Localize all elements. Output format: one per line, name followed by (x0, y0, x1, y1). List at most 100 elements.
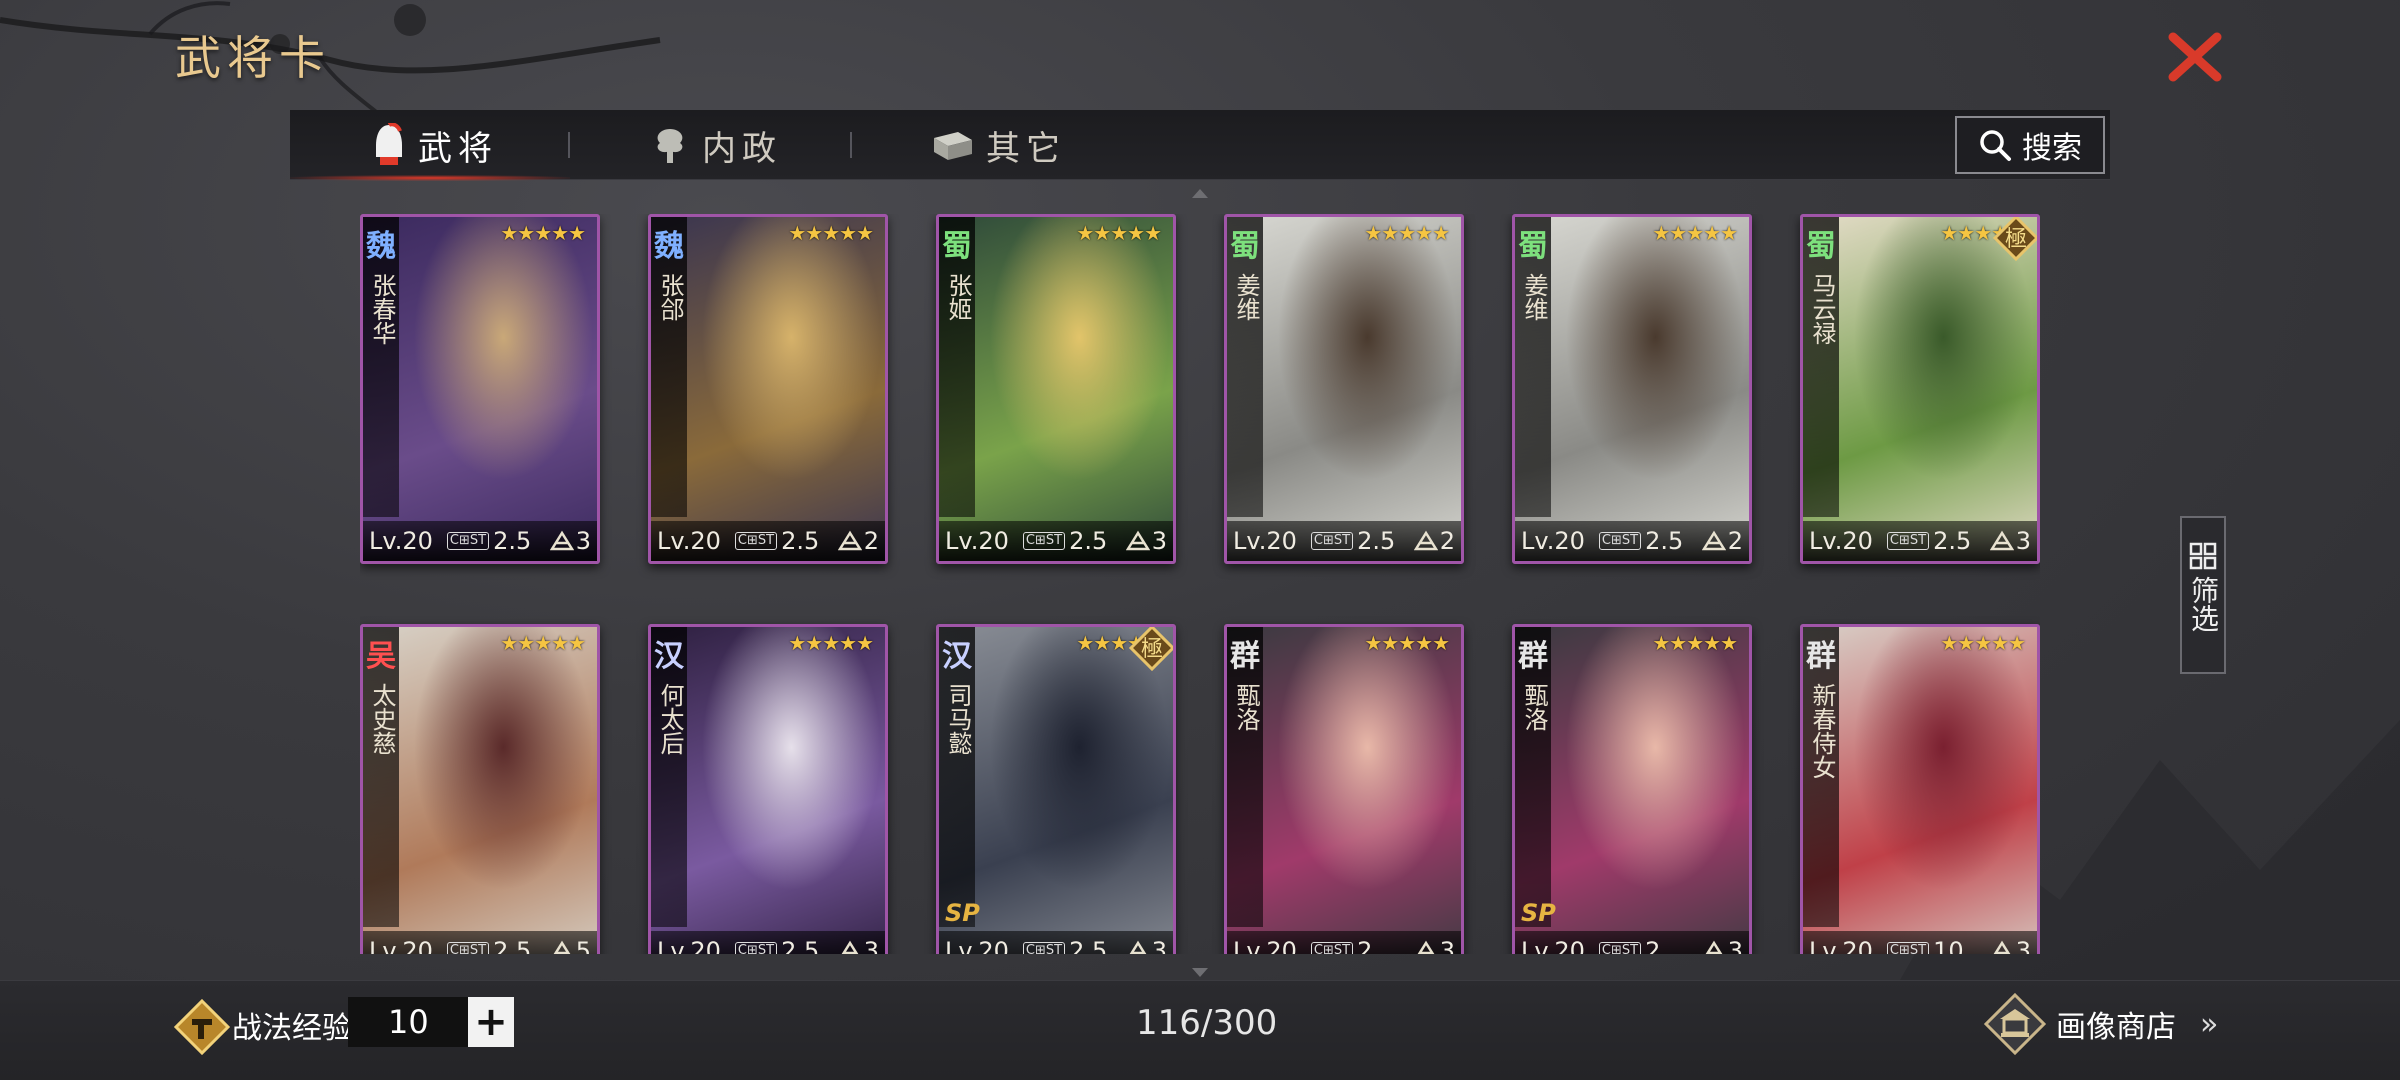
level-label: Lv.20 (1233, 937, 1297, 954)
star-rating: ★★★★★ (1364, 221, 1450, 245)
general-card[interactable]: 汉 司马懿 ★★★★★ SP 極 Lv.20 C⊞ST 2.5 3 (936, 624, 1176, 954)
troop-type: 2 (1701, 527, 1743, 555)
troop-type: 3 (1125, 527, 1167, 555)
portrait-shop-label: 画像商店 (2056, 1010, 2176, 1045)
star-rating: ★★★★★ (1076, 221, 1162, 245)
troop-type-icon (1129, 940, 1147, 954)
troop-type-icon (841, 940, 859, 954)
rank-badge-icon: 極 (1129, 627, 1173, 671)
faction-label: 汉 (654, 639, 684, 674)
general-card[interactable]: 群 新春侍女 ★★★★★ Lv.20 C⊞ST 10 3 (1800, 624, 2040, 954)
faction-label: 吴 (366, 639, 396, 674)
close-button[interactable] (2160, 22, 2230, 92)
general-card[interactable]: 群 甄洛 ★★★★★ SP Lv.20 C⊞ST 2 3 (1512, 624, 1752, 954)
general-name: 张姬 (944, 273, 972, 321)
troop-type-icon (1701, 530, 1726, 551)
filter-button[interactable]: 筛选 (2180, 516, 2226, 674)
card-footer: Lv.20 C⊞ST 2.5 2 (1515, 521, 1749, 561)
general-card[interactable]: 吴 太史慈 ★★★★★ Lv.20 C⊞ST 2.5 5 (360, 624, 600, 954)
rank-badge-label: 極 (2005, 227, 2027, 252)
level-label: Lv.20 (369, 937, 433, 954)
search-button[interactable]: 搜索 (1955, 116, 2105, 174)
troop-count: 2 (863, 527, 879, 555)
tab-other[interactable]: 其它 (932, 110, 1066, 180)
troop-type-icon (549, 530, 574, 551)
troop-type-icon (1993, 940, 2011, 954)
general-card[interactable]: 群 甄洛 ★★★★★ Lv.20 C⊞ST 2 3 (1224, 624, 1464, 954)
general-name: 太史慈 (368, 683, 396, 755)
general-card[interactable]: 魏 张郃 ★★★★★ Lv.20 C⊞ST 2.5 2 (648, 214, 888, 564)
faction-label: 蜀 (1230, 229, 1260, 264)
general-card[interactable]: 蜀 马云禄 ★★★★★ 極 Lv.20 C⊞ST 2.5 3 (1800, 214, 2040, 564)
troop-type: 3 (1414, 937, 1455, 954)
helmet-icon (376, 123, 402, 165)
general-name: 甄洛 (1232, 683, 1260, 731)
troop-count: 3 (575, 527, 591, 555)
rank-badge-label: 極 (1141, 637, 1163, 662)
general-card[interactable]: 蜀 张姬 ★★★★★ Lv.20 C⊞ST 2.5 3 (936, 214, 1176, 564)
troop-type: 2 (837, 527, 879, 555)
add-exp-button[interactable]: + (468, 997, 514, 1047)
close-icon (2168, 32, 2222, 82)
sp-badge: SP (945, 899, 980, 927)
card-footer: Lv.20 C⊞ST 2.5 3 (363, 521, 597, 561)
general-card[interactable]: 蜀 姜维 ★★★★★ Lv.20 C⊞ST 2.5 2 (1512, 214, 1752, 564)
search-icon (1980, 130, 2011, 161)
troop-count: 2 (1439, 527, 1455, 555)
cost-value: 2.5 (781, 937, 820, 954)
tactic-exp-label: 战法经验 (232, 1011, 352, 1046)
page-title: 武将卡 (175, 31, 331, 85)
star-rating: ★★★★★ (500, 631, 586, 655)
tab-generals[interactable]: 武将 (372, 110, 498, 180)
general-card[interactable]: 蜀 姜维 ★★★★★ Lv.20 C⊞ST 2.5 2 (1224, 214, 1464, 564)
bottom-bar: 战法经验 10 + 116/300 画像商店 » (0, 980, 2400, 1080)
general-name: 马云禄 (1808, 273, 1836, 345)
tab-label: 其它 (986, 128, 1066, 169)
level-label: Lv.20 (1521, 527, 1585, 555)
cost-value: 2.5 (1933, 527, 1972, 555)
rank-badge-icon: 極 (1993, 217, 2037, 261)
cost-icon: C⊞ST (1598, 942, 1642, 954)
sp-badge: SP (1521, 899, 1556, 927)
faction-label: 魏 (366, 229, 396, 264)
tab-label: 内政 (702, 128, 782, 169)
troop-type: 3 (1126, 937, 1167, 954)
tab-label: 武将 (418, 128, 498, 169)
portrait-shop-button[interactable]: 画像商店 » (1984, 993, 2218, 1055)
tab-divider (850, 132, 852, 158)
general-name: 何太后 (656, 683, 684, 755)
cost-value: 2.5 (493, 937, 532, 954)
card-footer: Lv.20 C⊞ST 2.5 3 (1803, 521, 2037, 561)
cost-icon: C⊞ST (1310, 942, 1354, 954)
search-label: 搜索 (2022, 131, 2082, 166)
filter-label: 筛选 (2187, 576, 2220, 632)
level-label: Lv.20 (657, 937, 721, 954)
level-label: Lv.20 (1809, 937, 1873, 954)
tactic-exp-icon (174, 999, 230, 1055)
general-name: 司马懿 (944, 683, 972, 755)
cost-value: 2.5 (493, 527, 532, 555)
general-name: 新春侍女 (1808, 683, 1836, 779)
level-label: Lv.20 (945, 527, 1009, 555)
cost-value: 2 (1357, 937, 1373, 954)
troop-type: 3 (1702, 937, 1743, 954)
general-card-grid[interactable]: 魏 张春华 ★★★★★ Lv.20 C⊞ST 2.5 3 魏 张郃 ★★★★★ … (360, 214, 2040, 954)
troop-type-icon (1125, 530, 1150, 551)
card-footer: Lv.20 C⊞ST 2.5 5 (363, 931, 597, 954)
scroll-down-arrow-icon (1192, 968, 1208, 977)
faction-label: 群 (1806, 639, 1836, 674)
star-rating: ★★★★★ (500, 221, 586, 245)
cost-icon: C⊞ST (1310, 532, 1354, 550)
tab-divider (568, 132, 570, 158)
star-rating: ★★★★★ (1364, 631, 1450, 655)
tab-domestic[interactable]: 内政 (650, 110, 782, 180)
tab-bar: 武将 内政 其它 搜索 (290, 110, 2110, 181)
star-rating: ★★★★★ (1652, 221, 1738, 245)
cost-icon: C⊞ST (1022, 942, 1066, 954)
troop-type-icon (1413, 530, 1438, 551)
cost-icon: C⊞ST (734, 942, 778, 954)
general-card[interactable]: 魏 张春华 ★★★★★ Lv.20 C⊞ST 2.5 3 (360, 214, 600, 564)
troop-type-icon (1417, 940, 1435, 954)
troop-count: 3 (1151, 527, 1167, 555)
general-card[interactable]: 汉 何太后 ★★★★★ Lv.20 C⊞ST 2.5 3 (648, 624, 888, 954)
